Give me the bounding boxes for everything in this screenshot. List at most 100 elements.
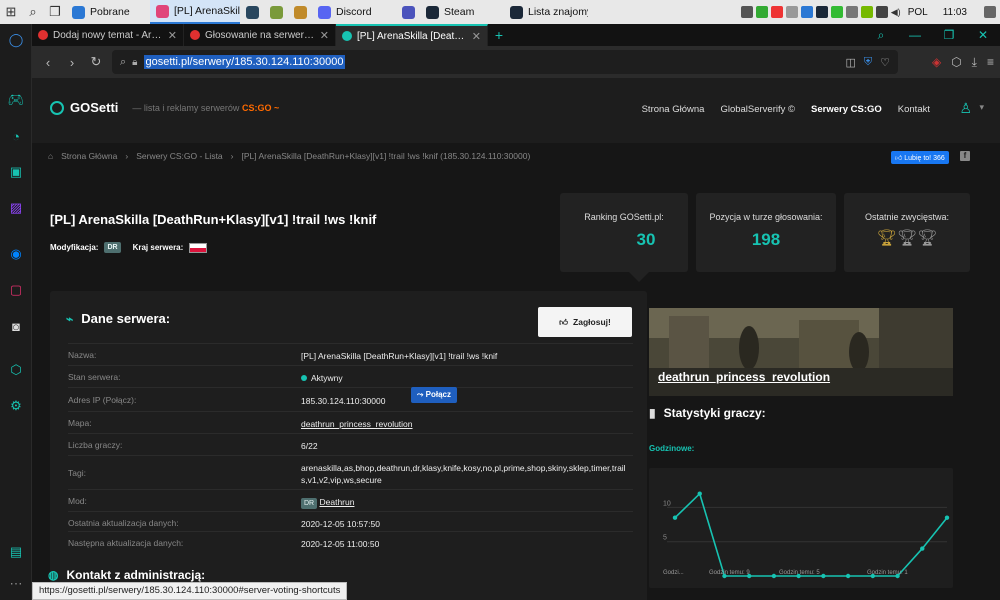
taskbar-app[interactable] [396,0,420,24]
taskbar-app[interactable]: [PL] ArenaSkil... [150,0,240,24]
extension-icon[interactable]: ◈ [932,55,941,69]
taskbar-app[interactable] [240,0,264,24]
nav-contact[interactable]: Kontakt [898,104,930,115]
row-status: Stan serwera: Aktywny [68,365,633,387]
reload-button[interactable]: ↻ [84,50,108,74]
browser-tab[interactable]: Głosowanie na serwery CS:G✕ [184,24,336,46]
taskbar-app[interactable]: Lista znajomy... [504,0,588,24]
clock[interactable]: 11:03 [943,7,967,18]
app-icon [318,5,331,19]
menu-icon[interactable]: ≡ [987,55,994,69]
chevron-down-icon[interactable]: ▾ [979,102,984,113]
taskbar-app[interactable] [288,0,312,24]
settings-icon[interactable]: ⚙ [6,396,26,416]
site-logo[interactable]: GOSetti — lista i reklamy serwerów CS:GO… [50,100,279,115]
tray-app-icon[interactable] [740,6,753,18]
maximize-button[interactable]: ❐ [932,28,966,42]
nav-csgo-servers[interactable]: Serwery CS:GO [811,104,882,115]
tray-app-icon[interactable] [875,6,888,18]
address-bar[interactable]: ⌕ 🔒︎ gosetti.pl/serwery/185.30.124.110:3… [112,50,898,74]
row-ip: Adres IP (Połącz): 185.30.124.110:30000 … [68,387,633,411]
heart-icon[interactable]: ♡ [880,56,890,69]
tray-app-icon[interactable] [860,6,873,18]
facebook-icon[interactable]: f [960,151,970,161]
browser-tab[interactable]: [PL] ArenaSkilla [DeathRun+✕ [336,24,488,46]
pulse-icon: ⌁ [66,311,74,326]
language-indicator[interactable]: POL [908,7,928,18]
app-icon [246,5,259,19]
ip-address[interactable]: 185.30.124.110:30000 [301,395,631,407]
tray-app-icon[interactable] [770,6,783,18]
facebook-like-button[interactable]: 👍︎ Lubię to! 366 [891,151,949,164]
taskbar-app[interactable] [264,0,288,24]
nav-home[interactable]: Strona Główna [642,104,705,115]
new-tab-button[interactable]: + [488,24,510,46]
breadcrumb-home[interactable]: Strona Główna [61,151,117,161]
server-title: [PL] ArenaSkilla [DeathRun+Klasy][v1] !t… [50,212,377,227]
user-icon[interactable]: ♙ [959,100,972,117]
close-window-button[interactable]: ✕ [966,28,1000,42]
start-icon[interactable]: ⊞ [0,1,22,23]
map-image[interactable]: deathrun_princess_revolution [649,308,953,396]
taskbar-app[interactable]: Pobrane [66,0,150,24]
speed-dial-icon[interactable]: ◔ [6,126,26,146]
taskbar-app[interactable]: Steam [420,0,504,24]
volume-icon[interactable]: ◀) [891,7,901,18]
back-button[interactable]: ‹ [36,50,60,74]
app-icon [270,5,283,19]
tray-app-icon[interactable] [785,6,798,18]
cube-extension-icon[interactable]: ⬡ [951,55,961,69]
nav-globalserverify[interactable]: GlobalServerify © [720,104,795,115]
close-tab-icon[interactable]: ✕ [320,29,329,42]
hourly-label: Godzinowe: [649,444,695,453]
bar-chart-icon: ▮ [649,406,656,420]
opera-logo-icon[interactable]: ◯ [6,30,26,50]
notifications-icon[interactable] [984,6,996,18]
site-header: GOSetti — lista i reklamy serwerów CS:GO… [32,78,1000,143]
vote-position-card: Pozycja w turze głosowania: 198 [696,193,836,272]
forward-button[interactable]: › [60,50,84,74]
twitch-icon[interactable]: ▨ [6,198,26,218]
snapshot-icon[interactable]: ◫ [845,56,855,69]
minimize-button[interactable]: — [898,28,932,42]
search-icon[interactable]: ⌕ [22,1,44,23]
messenger-icon[interactable]: ◉ [6,244,26,264]
contact-heading: ◍ Kontakt z administracją: [48,568,206,582]
lock-icon[interactable]: 🔒︎ [132,57,137,68]
row-players: Liczba graczy: 6/22 [68,433,633,455]
download-icon[interactable]: ⤓ [972,55,977,70]
url-text[interactable]: gosetti.pl/serwery/185.30.124.110:30000 [143,55,346,69]
tray-app-icon[interactable] [830,6,843,18]
taskbar-app[interactable]: Discord [312,0,396,24]
cube-icon[interactable]: ⬡ [6,360,26,380]
browser-tab[interactable]: Dodaj nowy temat - ArenaSk✕ [32,24,184,46]
map-name-link[interactable]: deathrun_princess_revolution [658,370,830,384]
map-link[interactable]: deathrun_princess_revolution [301,418,631,430]
card-pointer [629,272,649,282]
bag-icon[interactable]: ▣ [6,162,26,182]
shield-icon[interactable]: ⛨ [864,56,872,69]
more-icon[interactable]: ⋯ [6,574,26,594]
tray-app-icon[interactable] [800,6,813,18]
app-icon [426,5,439,19]
data-point [920,546,925,551]
vote-button[interactable]: 👍︎ Zagłosuj! [538,307,632,337]
mod-link[interactable]: Deathrun [320,497,355,507]
gamepad-icon[interactable]: 🎮︎ [6,90,26,110]
data-point [672,515,678,520]
breadcrumb-list[interactable]: Serwery CS:GO - Lista [136,151,222,161]
favicon-icon [38,30,48,40]
tray-app-icon[interactable] [845,6,858,18]
tray-app-icon[interactable] [815,6,828,18]
logo-text: GOSetti [70,100,119,115]
instagram-icon[interactable]: ▢ [6,280,26,300]
sidebar-panel-icon[interactable]: ▤ [6,542,26,562]
task-view-icon[interactable]: ❐ [44,1,66,23]
discord-icon[interactable]: ◙ [6,316,26,336]
site-info-icon[interactable]: ⌕ [120,56,126,69]
close-tab-icon[interactable]: ✕ [472,30,481,43]
tray-app-icon[interactable] [755,6,768,18]
close-tab-icon[interactable]: ✕ [168,29,177,42]
connect-button[interactable]: ⤳ Połącz [411,387,457,403]
search-tabs-icon[interactable]: ⌕ [864,28,898,43]
